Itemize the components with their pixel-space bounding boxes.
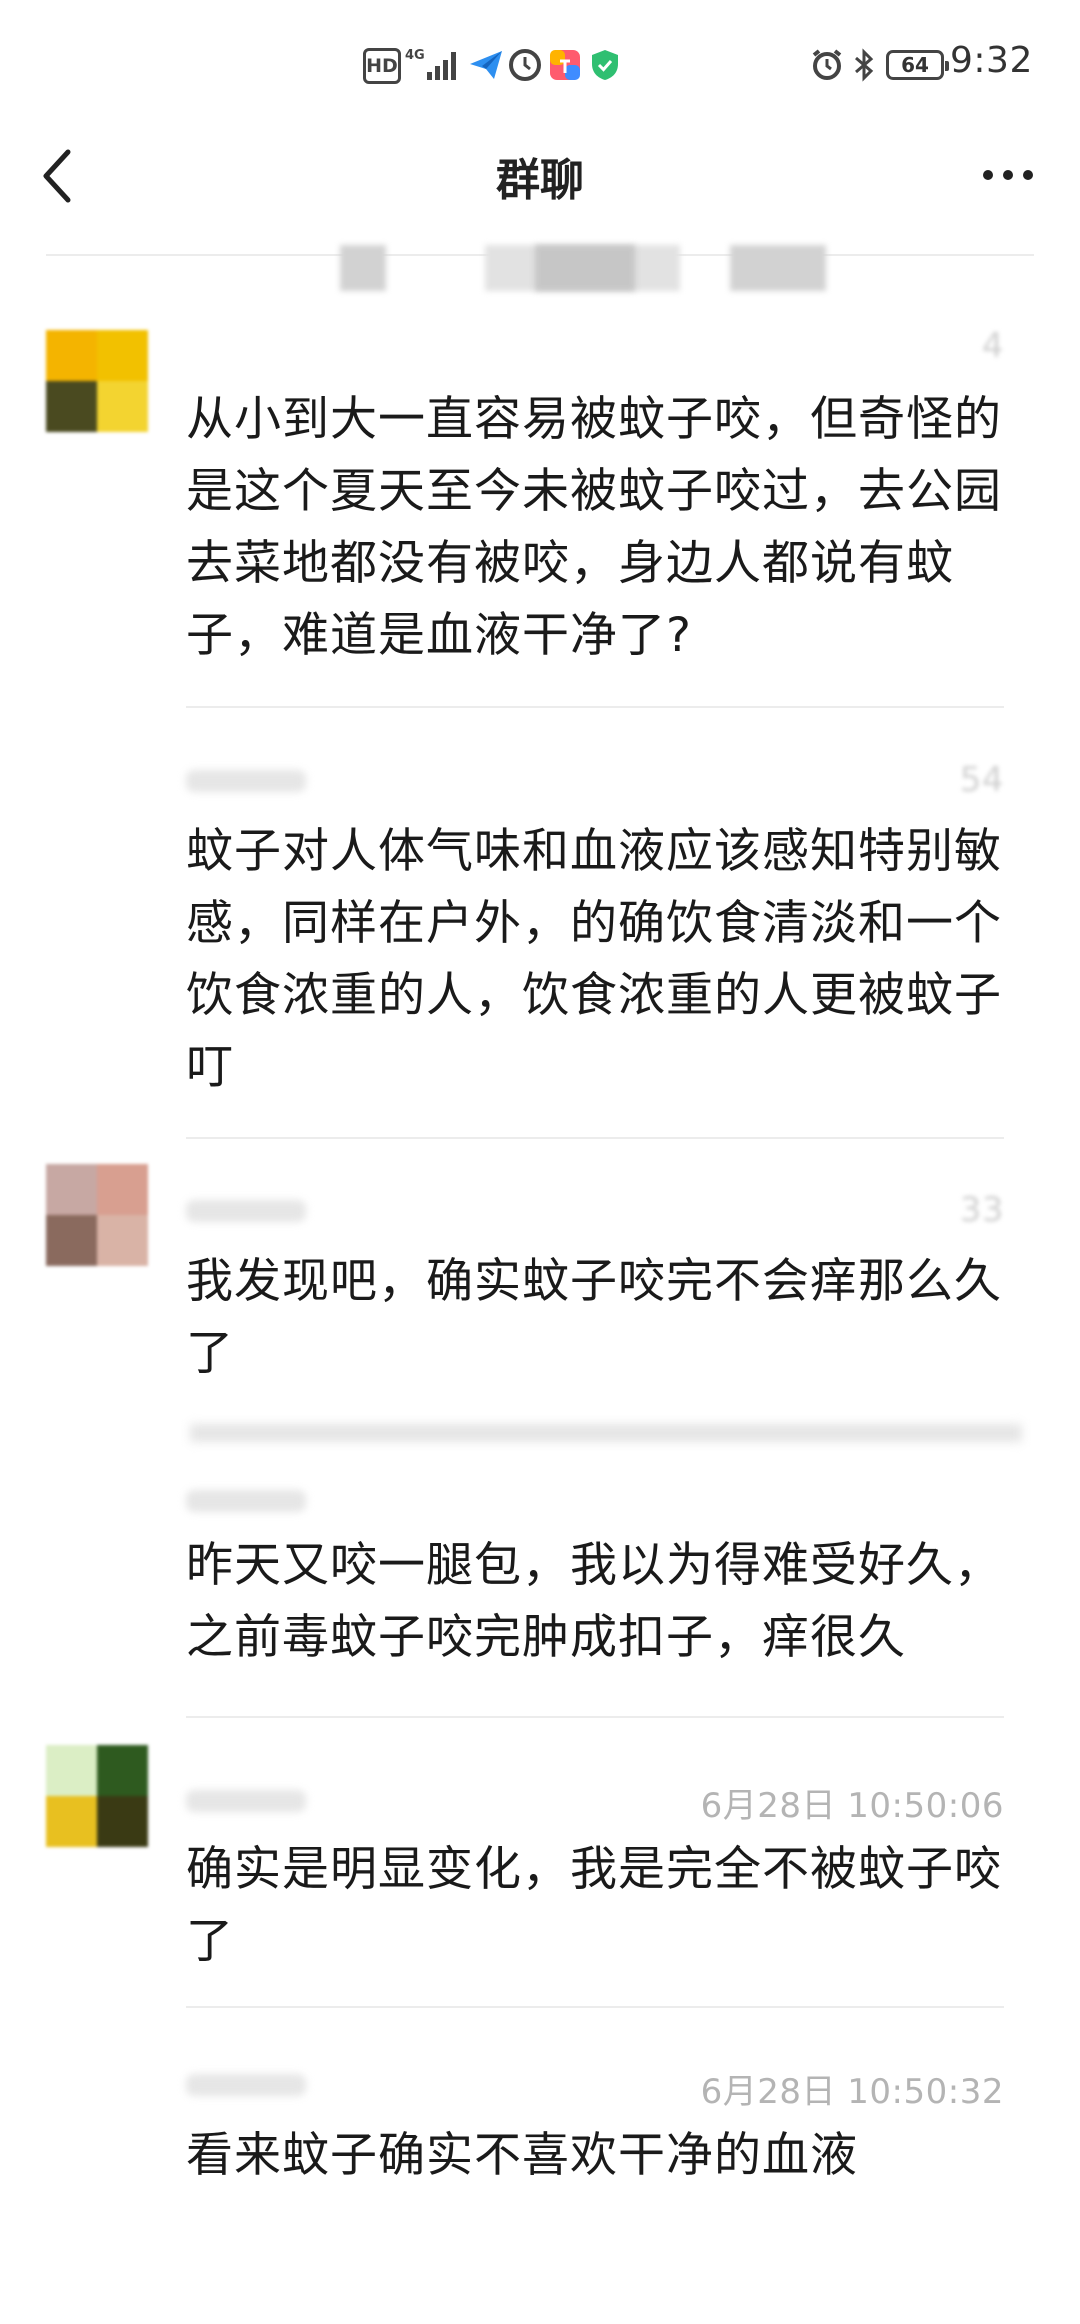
alarm-icon: [812, 49, 842, 80]
more-horizontal-icon[interactable]: [978, 150, 1038, 200]
status-time: 9:32: [950, 40, 1033, 81]
sender-name-blurred: [186, 1790, 306, 1812]
message-time: 6月28日 10:50:06: [700, 1786, 1004, 1826]
page-title: 群聊: [496, 155, 584, 206]
shield-check-icon: [592, 50, 618, 80]
divider: [186, 706, 1004, 708]
hd-icon: HD: [363, 48, 401, 84]
bluetooth-icon: [855, 48, 874, 82]
app-notification-icon: [550, 50, 580, 80]
message-text: 确实是明显变化，我是完全不被蚊子咬了: [186, 1842, 1002, 1969]
message-text: 昨天又咬一腿包，我以为得难受好久，之前毒蚊子咬完肿成扣子，痒很久: [186, 1538, 1002, 1665]
blurred-tab: [730, 245, 826, 291]
divider: [186, 2006, 1004, 2008]
divider: [186, 1716, 1004, 1718]
message-text: 看来蚊子确实不喜欢干净的血液: [186, 2128, 858, 2183]
cellular-signal-icon: 4G: [405, 48, 463, 82]
divider: [190, 1424, 1022, 1442]
blurred-tab: [535, 245, 635, 291]
sender-name-blurred: [186, 770, 306, 792]
clock-app-icon: [509, 49, 541, 81]
sender-name-blurred: [186, 1200, 306, 1222]
avatar[interactable]: [46, 330, 148, 432]
paper-plane-icon: [470, 51, 502, 79]
blurred-tab: [340, 245, 386, 291]
message-text: 从小到大一直容易被蚊子咬，但奇怪的是这个夏天至今未被蚊子咬过，去公园去菜地都没有…: [186, 392, 1002, 663]
message-time: 54: [959, 760, 1004, 800]
sender-name-blurred: [186, 2074, 306, 2096]
network-type-label: 4G: [405, 48, 425, 63]
message-text: 蚊子对人体气味和血液应该感知特别敏感，同样在户外，的确饮食清淡和一个饮食浓重的人…: [186, 824, 1002, 1095]
nav-bar: 群聊: [0, 120, 1080, 255]
divider: [186, 1137, 1004, 1139]
battery-icon: 64: [886, 50, 949, 80]
message-text: 我发现吧，确实蚊子咬完不会痒那么久了: [186, 1254, 1002, 1381]
avatar[interactable]: [46, 1164, 148, 1266]
status-bar: HD 4G 64 9:32: [0, 0, 1080, 120]
message-time: 4: [981, 326, 1004, 366]
sender-name-blurred: [186, 1490, 306, 1512]
message-time: 6月28日 10:50:32: [700, 2072, 1004, 2112]
avatar[interactable]: [46, 1745, 148, 1847]
message-time: 33: [959, 1190, 1004, 1230]
